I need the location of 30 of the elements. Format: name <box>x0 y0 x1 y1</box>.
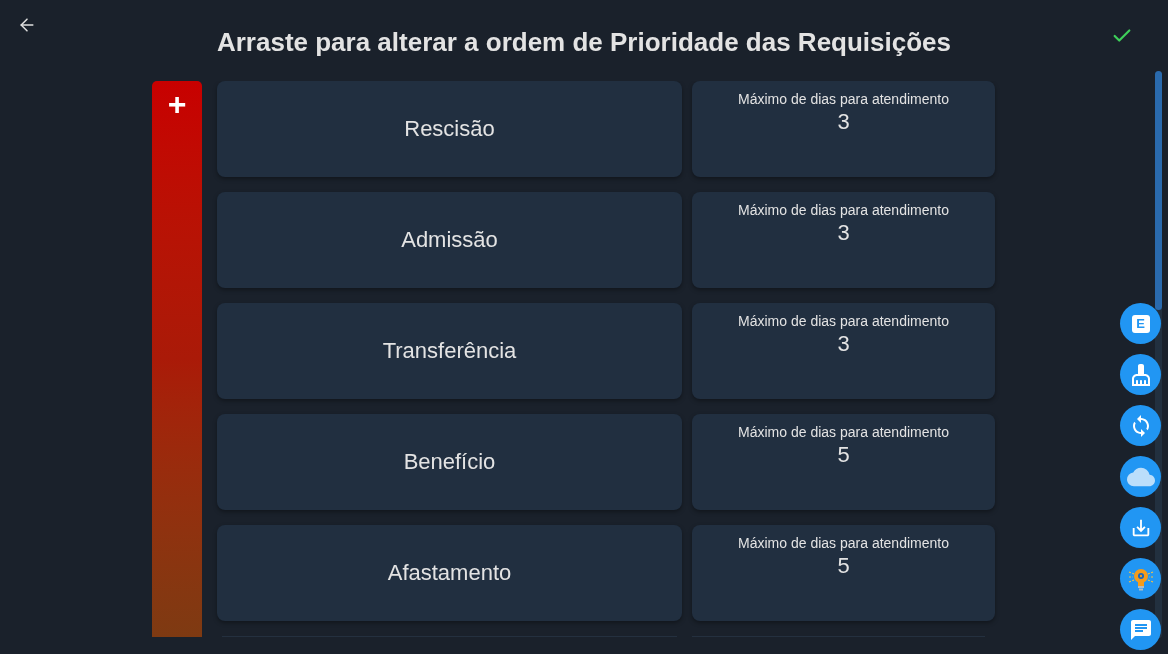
request-card[interactable]: Admissão <box>217 192 682 288</box>
deadline-value: 3 <box>837 331 850 357</box>
deadline-value: 3 <box>837 109 850 135</box>
request-card[interactable]: Rescisão <box>217 81 682 177</box>
request-name: Benefício <box>403 448 496 476</box>
sync-button[interactable] <box>1120 405 1161 446</box>
ideas-button[interactable] <box>1120 558 1161 599</box>
request-card[interactable]: Benefício <box>217 414 682 510</box>
request-name: Admissão <box>401 226 498 254</box>
page-title: Arraste para alterar a ordem de Prioridade das Requisições <box>216 26 952 59</box>
deadline-value: 5 <box>837 553 850 579</box>
deadline-value: 3 <box>837 220 850 246</box>
deadline-value: 5 <box>837 442 850 468</box>
request-card[interactable]: Afastamento <box>217 525 682 621</box>
chat-button[interactable] <box>1120 609 1161 650</box>
clean-button[interactable] <box>1120 354 1161 395</box>
deadline-label: Máximo de dias para atendimento <box>738 534 949 552</box>
deadline-label: Máximo de dias para atendimento <box>738 423 949 441</box>
request-name: Transferência <box>382 337 517 365</box>
deadline-label: Máximo de dias para atendimento <box>738 201 949 219</box>
deadline-label: Máximo de dias para atendimento <box>738 90 949 108</box>
deadline-label: Máximo de dias para atendimento <box>738 312 949 330</box>
request-card[interactable]: Transferência <box>217 303 682 399</box>
priority-label: + <box>167 89 187 119</box>
request-name: Afastamento <box>387 559 512 587</box>
chat-icon <box>1128 617 1153 642</box>
download-button[interactable] <box>1120 507 1161 548</box>
request-name: Rescisão <box>404 115 495 143</box>
cloud-button[interactable] <box>1120 456 1161 497</box>
scrollbar-thumb[interactable] <box>1155 71 1162 310</box>
